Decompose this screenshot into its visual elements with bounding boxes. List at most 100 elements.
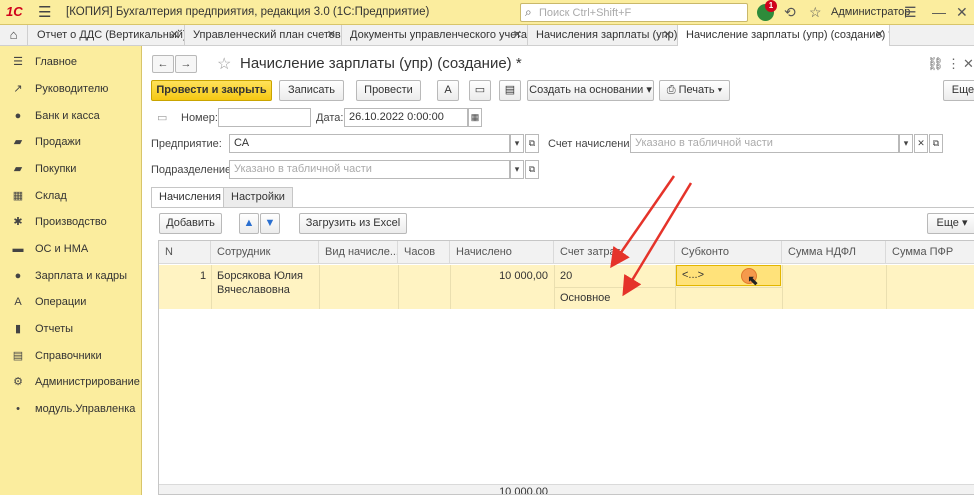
main-menu-icon[interactable]: ☰ [38,3,51,21]
enterprise-open-icon[interactable]: ⧉ [525,134,539,153]
create-based-on-button[interactable]: Создать на основании ▾ [527,80,654,101]
cell-employee-line1[interactable]: Борсякова Юлия [217,270,303,282]
sidebar-item-reports[interactable]: ▮ Отчеты [0,317,142,341]
column-header-pfr[interactable]: Сумма ПФР [886,241,974,264]
dot-icon: • [16,403,20,415]
more-button[interactable]: Еще [943,80,974,101]
cell-cost-subaccount[interactable]: Основное [560,292,610,304]
more-menu-icon[interactable]: ⋮ [947,56,960,72]
tab-accruals[interactable]: Начисления [151,187,229,208]
subconto-cell-editor[interactable]: <...> ⬉ [676,265,781,288]
favorite-star-icon[interactable]: ☆ [217,54,231,74]
menu-icon: ☰ [13,56,23,68]
sidebar-item-production[interactable]: ✱ Производство [0,210,142,234]
attach-icon[interactable]: ▭ [157,111,167,124]
tab-chart-of-accounts[interactable]: Управленческий план счетов ✕ [185,25,342,45]
department-open-icon[interactable]: ⧉ [525,160,539,179]
sidebar-item-operations[interactable]: A Операции [0,290,142,314]
structure-icon[interactable]: ▭ [469,80,491,101]
tab-management-docs[interactable]: Документы управленческого учета ✕ [342,25,528,45]
column-header-ndfl[interactable]: Сумма НДФЛ [782,241,886,264]
account-dropdown-icon[interactable]: ▾ [899,134,913,153]
close-tab-icon[interactable]: ✕ [170,25,179,45]
forward-button[interactable]: → [175,55,197,73]
tab-payroll-list[interactable]: Начисления зарплаты (упр) ✕ [528,25,678,45]
app-title: [КОПИЯ] Бухгалтерия предприятия, редакци… [66,6,430,18]
column-header-subconto[interactable]: Субконто [675,241,782,264]
sidebar-item-module[interactable]: • модуль.Управленка [0,397,142,421]
move-down-icon[interactable]: ▼ [260,213,280,234]
account-clear-icon[interactable]: ✕ [914,134,928,153]
column-header-amount[interactable]: Начислено [450,241,554,264]
history-icon[interactable]: ⟲ [784,4,796,21]
global-search-input[interactable]: ⌕ Поиск Ctrl+Shift+F [520,3,748,22]
calendar-icon[interactable]: ▦ [468,108,482,127]
save-button[interactable]: Записать [279,80,344,101]
post-button[interactable]: Провести [356,80,421,101]
cell-n[interactable]: 1 [200,270,206,282]
favorites-star-icon[interactable]: ☆ [809,4,822,21]
sidebar-item-catalogs[interactable]: ▤ Справочники [0,344,142,368]
date-input[interactable]: 26.10.2022 0:00:00 [344,108,468,127]
load-from-excel-button[interactable]: Загрузить из Excel [299,213,407,234]
column-header-hours[interactable]: Часов [398,241,450,264]
print-button[interactable]: ⎙ Печать ▾ [659,80,730,101]
department-dropdown-icon[interactable]: ▾ [510,160,524,179]
column-header-employee[interactable]: Сотрудник [211,241,319,264]
sidebar-item-warehouse[interactable]: ▦ Склад [0,184,142,208]
tab-settings[interactable]: Настройки [223,187,293,207]
app-window: { "titlebar": { "logo": "1С", "title": "… [0,0,974,495]
close-form-icon[interactable]: ✕ [963,56,974,72]
enterprise-input[interactable]: СА [229,134,510,153]
add-row-button[interactable]: Добавить [159,213,222,234]
sidebar-item-purchases[interactable]: ▰ Покупки [0,157,142,181]
report-icon: ▮ [14,323,22,335]
department-input[interactable]: Указано в табличной части [229,160,510,179]
cell-amount[interactable]: 10 000,00 [456,270,548,282]
sidebar-item-manager[interactable]: ↗ Руководителю [0,77,142,101]
post-and-close-button[interactable]: Провести и закрыть [151,80,272,101]
document-icon[interactable]: ▤ [499,80,521,101]
cart-icon: ▰ [13,136,23,148]
number-input[interactable] [218,108,311,127]
settings-icon[interactable]: ☰ [904,4,917,21]
close-tab-icon[interactable]: ✕ [327,25,336,45]
notifications-icon[interactable]: 1 [757,0,777,21]
sidebar-item-bank[interactable]: ● Банк и касса [0,104,142,128]
close-tab-icon[interactable]: ✕ [513,25,522,45]
sidebar-item-salary[interactable]: ● Зарплата и кадры [0,264,142,288]
column-header-n[interactable]: N [159,241,211,264]
home-icon[interactable]: ⌂ [0,25,28,45]
move-up-icon[interactable]: ▲ [239,213,259,234]
tab-dds-report[interactable]: Отчет о ДДС (Вертикальный) ✕ [29,25,185,45]
sidebar-item-assets[interactable]: ▬ ОС и НМА [0,237,142,261]
row-divider [782,265,783,309]
sidebar-item-sales[interactable]: ▰ Продажи [0,130,142,154]
basket-icon: ▰ [13,163,23,175]
account-input[interactable]: Указано в табличной части [630,134,899,153]
link-icon[interactable]: ⛓ [927,56,944,72]
tab-payroll-create[interactable]: Начисление зарплаты (упр) (создание) * ✕ [678,25,890,46]
minimize-icon[interactable]: — [932,4,946,20]
cell-cost-account[interactable]: 20 [560,270,572,282]
close-window-icon[interactable]: ✕ [956,4,968,21]
coin-icon: ● [14,110,22,122]
current-user[interactable]: Администратор [831,6,910,18]
column-header-cost-account[interactable]: Счет затрат [554,241,675,264]
account-open-icon[interactable]: ⧉ [929,134,943,153]
close-tab-icon[interactable]: ✕ [663,25,672,45]
close-tab-icon[interactable]: ✕ [875,25,884,45]
sidebar-item-admin[interactable]: ⚙ Администрирование [0,370,142,394]
department-label: Подразделение: [151,164,235,176]
table-more-button[interactable]: Еще ▾ [927,213,974,234]
dt-kt-icon[interactable]: A [437,80,459,101]
truck-icon: ▬ [12,243,24,255]
enterprise-dropdown-icon[interactable]: ▾ [510,134,524,153]
warehouse-icon: ▦ [12,190,24,202]
cell-employee-line2[interactable]: Вячеславовна [217,284,290,296]
tab-label: Начисление зарплаты (упр) (создание) * [686,29,890,41]
column-header-accrual-type[interactable]: Вид начисле... [319,241,398,264]
row-divider [211,265,212,309]
sidebar-item-main[interactable]: ☰ Главное [0,50,142,74]
back-button[interactable]: ← [152,55,174,73]
